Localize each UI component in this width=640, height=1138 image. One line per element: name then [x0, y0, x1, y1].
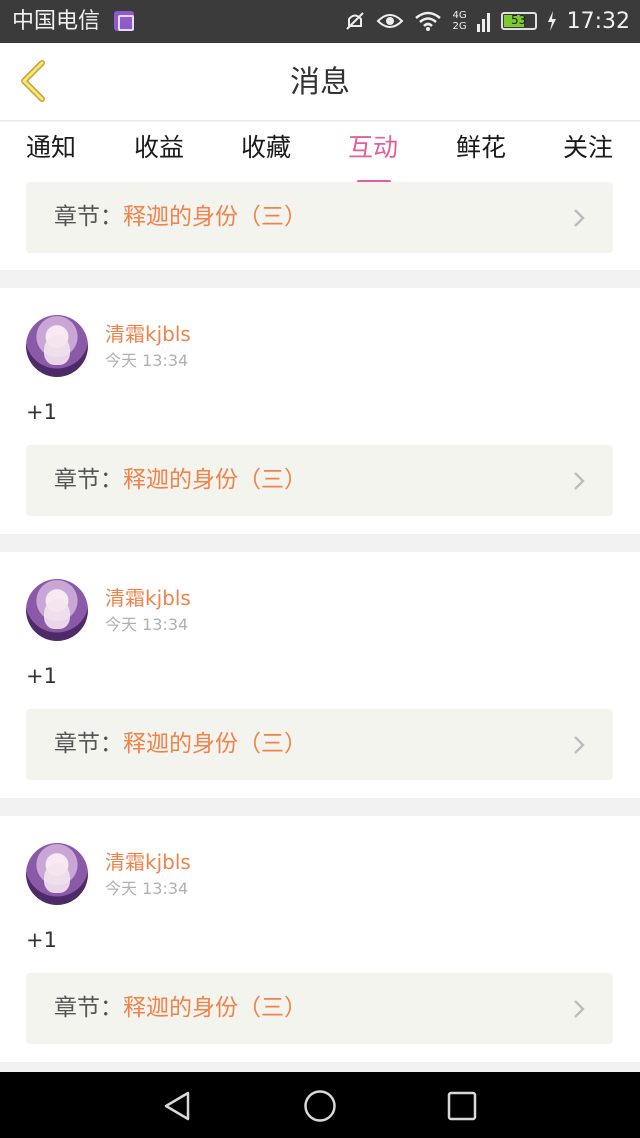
tab-interactions[interactable]: 互动: [333, 132, 413, 183]
tab-label: 鲜花: [455, 133, 506, 162]
chapter-name: 释迦的身份（三）: [123, 731, 307, 757]
status-bar: 中国电信 4G 2G 53 17:32: [0, 0, 640, 43]
network-4g: 4G: [452, 10, 467, 21]
navigation-bar: 消息: [0, 43, 640, 121]
tab-label: 收藏: [240, 133, 291, 162]
tab-label: 收益: [133, 133, 184, 162]
username[interactable]: 清霜kjbls: [105, 321, 191, 347]
chapter-label: 章节：释迦的身份（三）: [54, 465, 307, 495]
status-icons: 4G 2G 53 17:32: [344, 6, 630, 36]
chapter-link[interactable]: 章节：释迦的身份（三）: [26, 445, 613, 516]
wifi-icon: [415, 11, 442, 31]
timestamp: 今天 13:34: [105, 879, 189, 898]
tab-flowers[interactable]: 鲜花: [441, 132, 521, 164]
recents-square-icon[interactable]: [445, 1089, 479, 1123]
list-item: 清霜kjbls 今天 13:34 +1 章节：释迦的身份（三）: [0, 288, 640, 534]
chapter-name: 释迦的身份（三）: [123, 467, 307, 493]
charging-icon: [547, 11, 556, 31]
avatar[interactable]: [26, 843, 88, 905]
tab-bar: 通知 收益 收藏 互动 鲜花 关注: [0, 122, 640, 183]
battery-icon: 53: [500, 12, 537, 30]
tab-favorites[interactable]: 收藏: [226, 132, 306, 164]
tab-notifications[interactable]: 通知: [11, 132, 91, 164]
timestamp: 今天 13:34: [105, 351, 189, 370]
eye-icon: [377, 14, 404, 28]
chapter-name: 释迦的身份（三）: [123, 995, 307, 1021]
carrier-app-icon: [114, 11, 134, 31]
message-text: +1: [26, 400, 57, 424]
tab-label: 互动: [347, 133, 398, 162]
home-circle-icon[interactable]: [303, 1089, 337, 1123]
chapter-prefix: 章节：: [54, 204, 123, 230]
list-item: 清霜kjbls 今天 13:34 +1 章节：释迦的身份（三）: [0, 816, 640, 1062]
carrier-name: 中国电信: [12, 9, 101, 34]
message-list[interactable]: 章节：释迦的身份（三） 清霜kjbls 今天 13:34 +1 章节：释迦的身份…: [0, 182, 640, 1072]
tab-following[interactable]: 关注: [548, 132, 628, 164]
chapter-link[interactable]: 章节：释迦的身份（三）: [26, 709, 613, 780]
avatar[interactable]: [26, 315, 88, 377]
avatar[interactable]: [26, 579, 88, 641]
chevron-right-icon: [574, 1000, 585, 1018]
system-navigation-bar: [0, 1072, 640, 1138]
mute-icon: [346, 12, 365, 30]
chapter-link[interactable]: 章节：释迦的身份（三）: [26, 182, 613, 253]
chapter-label: 章节：释迦的身份（三）: [54, 729, 307, 759]
network-type: 4G 2G: [452, 10, 466, 32]
back-triangle-icon[interactable]: [160, 1089, 194, 1123]
page-title: 消息: [290, 65, 350, 100]
chapter-prefix: 章节：: [54, 995, 123, 1021]
list-item: 清霜kjbls 今天 13:34 +1 章节：释迦的身份（三）: [0, 552, 640, 798]
tab-label: 通知: [25, 133, 76, 162]
chapter-label: 章节：释迦的身份（三）: [54, 993, 307, 1023]
tab-earnings[interactable]: 收益: [119, 132, 199, 164]
signal-icon: [476, 13, 490, 32]
chapter-prefix: 章节：: [54, 467, 123, 493]
list-item: 章节：释迦的身份（三）: [0, 182, 640, 270]
chapter-link[interactable]: 章节：释迦的身份（三）: [26, 973, 613, 1044]
chevron-right-icon: [574, 736, 585, 754]
chevron-right-icon: [574, 209, 585, 227]
username[interactable]: 清霜kjbls: [105, 585, 191, 611]
chevron-right-icon: [574, 472, 585, 490]
battery-level: 53: [510, 13, 527, 27]
chapter-name: 释迦的身份（三）: [123, 204, 307, 230]
message-text: +1: [26, 928, 57, 952]
timestamp: 今天 13:34: [105, 615, 189, 634]
chapter-label: 章节：释迦的身份（三）: [54, 202, 307, 232]
username[interactable]: 清霜kjbls: [105, 849, 191, 875]
network-2g: 2G: [452, 21, 467, 32]
status-time: 17:32: [566, 8, 630, 34]
tab-label: 关注: [562, 133, 613, 162]
message-text: +1: [26, 664, 57, 688]
chapter-prefix: 章节：: [54, 731, 123, 757]
